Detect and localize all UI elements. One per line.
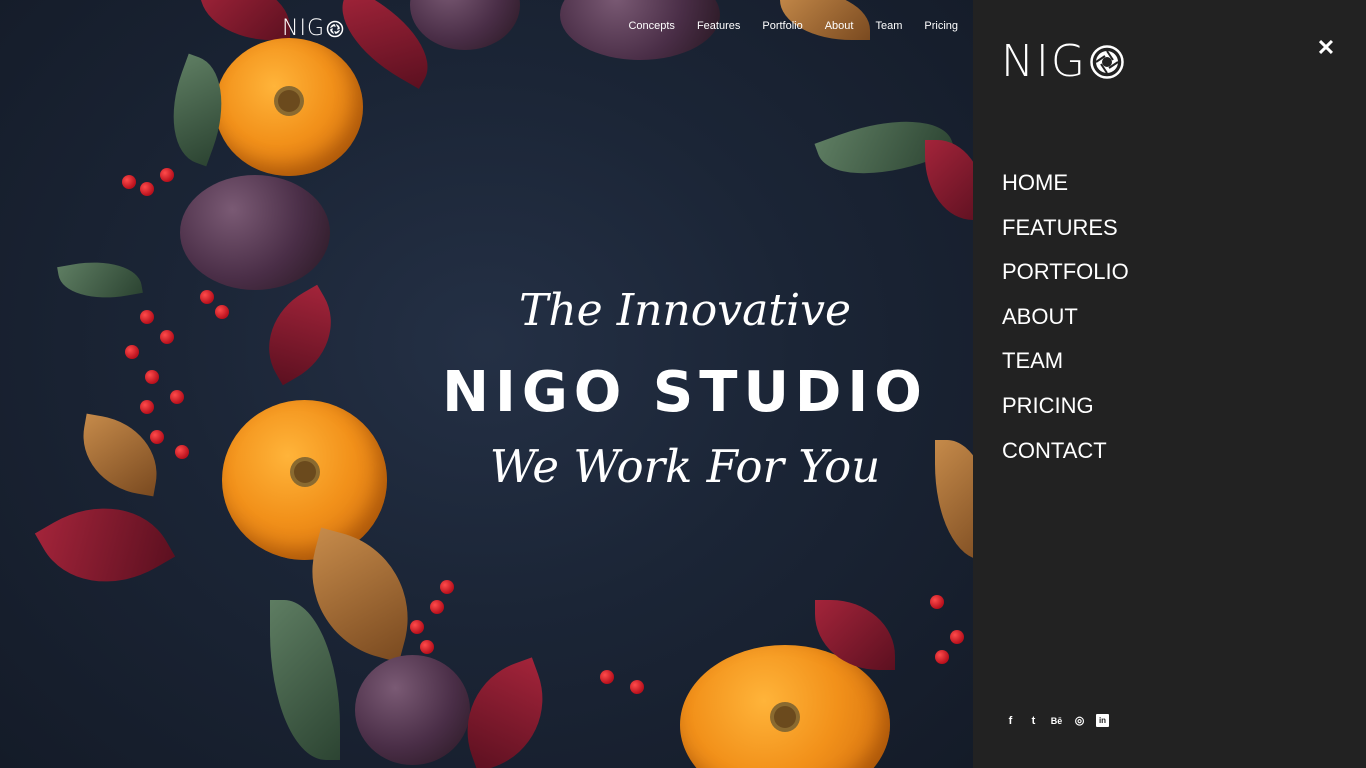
- berry-decoration: [410, 620, 424, 634]
- facebook-icon[interactable]: f: [1004, 714, 1017, 727]
- berry-decoration: [430, 600, 444, 614]
- berry-decoration: [935, 650, 949, 664]
- berry-decoration: [215, 305, 229, 319]
- berry-decoration: [600, 670, 614, 684]
- nav-link-about[interactable]: About: [825, 20, 854, 32]
- hero-subtitle: We Work For You: [489, 440, 881, 493]
- aperture-icon: [326, 20, 344, 37]
- nav-link-features[interactable]: Features: [697, 20, 740, 32]
- leaf-decoration: [74, 413, 166, 497]
- berry-decoration: [140, 310, 154, 324]
- social-links: f t Bē ◎ in: [1004, 714, 1109, 727]
- brand-logo[interactable]: NIG: [282, 16, 344, 41]
- menu-item-portfolio[interactable]: PORTFOLIO: [1002, 256, 1129, 301]
- side-menu: HOME FEATURES PORTFOLIO ABOUT TEAM PRICI…: [1002, 167, 1129, 479]
- close-icon[interactable]: ✕: [1314, 36, 1338, 60]
- menu-item-home[interactable]: HOME: [1002, 167, 1129, 212]
- berry-decoration: [140, 182, 154, 196]
- menu-item-team[interactable]: TEAM: [1002, 345, 1129, 390]
- hero-tagline: The Innovative: [519, 285, 851, 336]
- berry-decoration: [125, 345, 139, 359]
- hero-section: NIG Concepts Features Portfolio About Te…: [0, 0, 973, 768]
- panel-brand-name: NIG: [1001, 36, 1087, 87]
- pumpkin-decoration: [215, 38, 363, 176]
- menu-item-pricing[interactable]: PRICING: [1002, 390, 1129, 435]
- fig-decoration: [355, 655, 470, 765]
- leaf-decoration: [57, 253, 143, 307]
- aperture-icon: [1090, 44, 1124, 79]
- berry-decoration: [140, 400, 154, 414]
- twitter-icon[interactable]: t: [1027, 714, 1040, 727]
- menu-item-contact[interactable]: CONTACT: [1002, 435, 1129, 480]
- berry-decoration: [200, 290, 214, 304]
- berry-decoration: [160, 330, 174, 344]
- linkedin-icon[interactable]: in: [1096, 714, 1109, 727]
- berry-decoration: [145, 370, 159, 384]
- berry-decoration: [930, 595, 944, 609]
- side-menu-panel: NIG ✕ HOME FEATURES PORTFOLIO ABOUT TEAM…: [973, 0, 1366, 768]
- behance-icon[interactable]: Bē: [1050, 714, 1063, 727]
- brand-name: NIG: [282, 16, 325, 41]
- berry-decoration: [950, 630, 964, 644]
- nav-link-concepts[interactable]: Concepts: [628, 20, 674, 32]
- dribbble-icon[interactable]: ◎: [1073, 714, 1086, 727]
- berry-decoration: [122, 175, 136, 189]
- panel-logo[interactable]: NIG: [1001, 36, 1125, 87]
- berry-decoration: [160, 168, 174, 182]
- fig-decoration: [180, 175, 330, 290]
- hero-title: NIGO STUDIO: [442, 360, 928, 425]
- berry-decoration: [630, 680, 644, 694]
- berry-decoration: [170, 390, 184, 404]
- berry-decoration: [440, 580, 454, 594]
- menu-item-about[interactable]: ABOUT: [1002, 301, 1129, 346]
- menu-item-features[interactable]: FEATURES: [1002, 212, 1129, 257]
- leaf-decoration: [34, 478, 176, 612]
- berry-decoration: [420, 640, 434, 654]
- top-navigation: NIG Concepts Features Portfolio About Te…: [0, 0, 973, 56]
- nav-link-portfolio[interactable]: Portfolio: [762, 20, 802, 32]
- nav-links: Concepts Features Portfolio About Team P…: [628, 20, 958, 32]
- pumpkin-decoration: [222, 400, 387, 560]
- leaf-decoration: [925, 140, 973, 220]
- nav-link-team[interactable]: Team: [875, 20, 902, 32]
- berry-decoration: [150, 430, 164, 444]
- nav-link-pricing[interactable]: Pricing: [924, 20, 958, 32]
- berry-decoration: [175, 445, 189, 459]
- leaf-decoration: [247, 284, 353, 386]
